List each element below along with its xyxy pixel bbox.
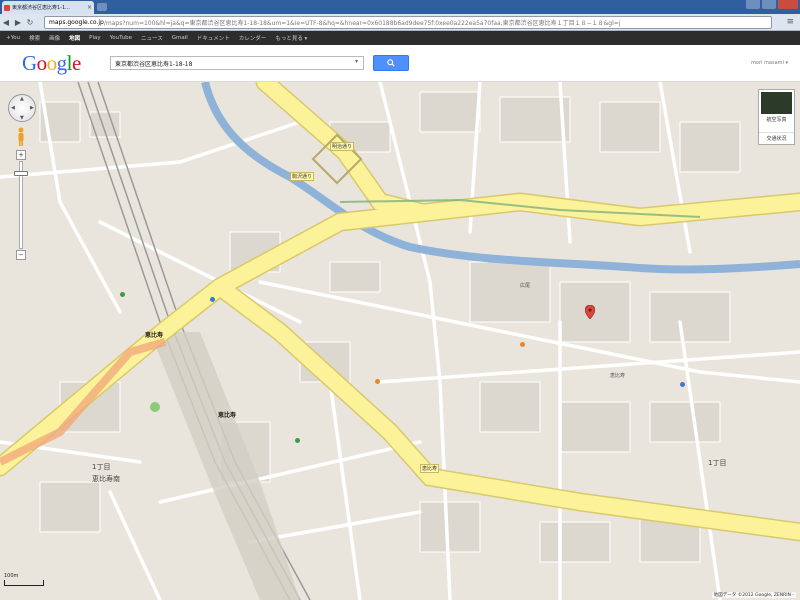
gbar-item[interactable]: Gmail xyxy=(172,35,188,41)
gbar-item[interactable]: 検索 xyxy=(29,34,40,42)
gbar-item[interactable]: +You xyxy=(6,35,20,41)
reload-icon[interactable]: ↻ xyxy=(24,18,36,27)
location-pin-icon[interactable] xyxy=(585,305,595,319)
poi-marker[interactable] xyxy=(375,379,380,384)
gbar-item[interactable]: 地図 xyxy=(69,34,80,42)
zoom-control[interactable]: + − xyxy=(14,150,28,260)
google-maps-favicon-icon xyxy=(4,4,10,11)
copyright-text: 地図データ ©2012 Google, ZENRIN - xyxy=(711,592,796,598)
wrench-menu-icon[interactable]: ≡ xyxy=(786,17,794,27)
gbar-item[interactable]: ドキュメント xyxy=(197,34,230,42)
browser-titlebar: 東京都渋谷区恵比寿1-1... × xyxy=(0,0,800,14)
map-canvas[interactable]: 恵比寿 恵比寿 明治通り 駒沢通り 恵比寿 1丁目 恵比寿南 1丁目 広尾 恵比… xyxy=(0,82,800,600)
zoom-slider-thumb[interactable] xyxy=(14,171,28,177)
window-controls xyxy=(746,0,798,9)
pan-right-icon[interactable]: ▶ xyxy=(30,105,34,111)
new-tab-button[interactable] xyxy=(97,3,107,11)
gbar-item[interactable]: もっと見る ▾ xyxy=(275,34,307,42)
browser-tab[interactable]: 東京都渋谷区恵比寿1-1... × xyxy=(2,1,94,14)
poi-marker[interactable] xyxy=(680,382,685,387)
satellite-label[interactable]: 航空写真 xyxy=(759,116,794,123)
gbar-item[interactable]: カレンダー xyxy=(239,34,267,42)
pan-up-icon[interactable]: ▲ xyxy=(20,96,24,102)
traffic-label[interactable]: 交通状況 xyxy=(759,132,794,142)
tab-title: 東京都渋谷区恵比寿1-1... xyxy=(12,5,70,11)
gbar-item[interactable]: Play xyxy=(89,35,100,41)
zoom-in-button[interactable]: + xyxy=(16,150,26,160)
area-label-a: 恵比寿南 xyxy=(92,475,120,483)
user-account[interactable]: mori masami ▾ xyxy=(751,60,788,66)
station-label-a[interactable]: 恵比寿 xyxy=(145,330,163,339)
scale-label: 100m xyxy=(4,573,19,579)
chome-label-b: 1丁目 xyxy=(708,459,727,467)
scale-bar: 100m xyxy=(4,573,44,586)
pan-control[interactable]: ▲ ▼ ◀ ▶ xyxy=(8,94,36,122)
back-icon[interactable]: ◀ xyxy=(0,18,12,27)
station-label-b[interactable]: 恵比寿 xyxy=(218,410,236,419)
tab-close-icon[interactable]: × xyxy=(87,4,92,11)
pan-down-icon[interactable]: ▼ xyxy=(20,115,24,121)
close-window-button[interactable] xyxy=(778,0,798,9)
poi-marker[interactable] xyxy=(120,292,125,297)
gbar-item[interactable]: YouTube xyxy=(110,35,132,41)
search-button[interactable] xyxy=(373,55,409,71)
maps-header: Google ▾ mori masami ▾ xyxy=(0,45,800,82)
address-bar-row: ◀ ▶ ↻ maps.google.co.jp /maps?num=100&hl… xyxy=(0,14,800,31)
road-label-a: 明治通り xyxy=(330,142,355,151)
google-bar: +You 検索 画像 地図 Play YouTube ニュース Gmail ドキュメント カレンダ… xyxy=(0,31,800,45)
place-label-a: 広尾 xyxy=(520,283,531,289)
forward-icon[interactable]: ▶ xyxy=(12,18,24,27)
park-marker[interactable] xyxy=(150,402,160,412)
search-dropdown-icon[interactable]: ▾ xyxy=(355,58,358,65)
map-base xyxy=(0,82,800,600)
poi-marker[interactable] xyxy=(295,438,300,443)
search-icon xyxy=(387,59,395,67)
poi-marker[interactable] xyxy=(210,297,215,302)
url-field[interactable]: maps.google.co.jp /maps?num=100&hl=ja&q=… xyxy=(44,16,772,29)
url-host: maps.google.co.jp xyxy=(49,19,104,26)
satellite-thumbnail[interactable] xyxy=(761,92,792,114)
maximize-button[interactable] xyxy=(762,0,776,9)
gbar-item[interactable]: ニュース xyxy=(141,34,163,42)
pan-left-icon[interactable]: ◀ xyxy=(11,105,15,111)
pegman-icon[interactable] xyxy=(16,127,26,147)
chome-label-a: 1丁目 xyxy=(92,463,111,471)
road-label-c: 恵比寿 xyxy=(420,464,440,473)
place-label-b: 恵比寿 xyxy=(610,373,626,379)
road-label-b: 駒沢通り xyxy=(290,172,315,181)
search-input[interactable] xyxy=(110,56,364,70)
google-logo[interactable]: Google xyxy=(22,51,81,76)
layers-control[interactable]: 航空写真 交通状況 xyxy=(758,89,795,145)
poi-marker[interactable] xyxy=(520,342,525,347)
gbar-item[interactable]: 画像 xyxy=(49,34,60,42)
zoom-out-button[interactable]: − xyxy=(16,250,26,260)
url-path: /maps?num=100&hl=ja&q=東京都渋谷区恵比寿1-18-18&u… xyxy=(103,20,621,27)
minimize-button[interactable] xyxy=(746,0,760,9)
